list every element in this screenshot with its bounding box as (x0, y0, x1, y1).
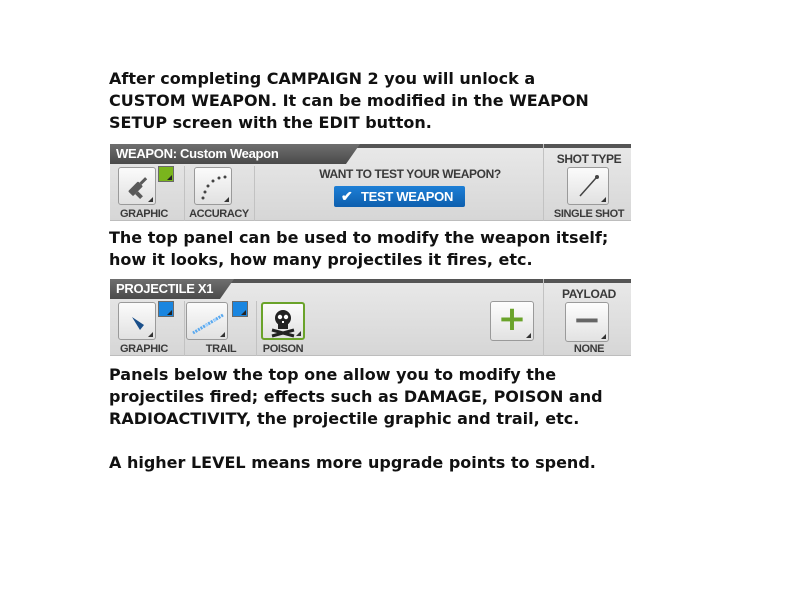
skull-crossbones-icon (271, 310, 295, 338)
weapon-graphic-tile[interactable] (118, 167, 156, 205)
mid-text: The top panel can be used to modify the … (109, 228, 609, 269)
weapon-graphic-icon (128, 177, 148, 200)
poison-tile[interactable] (261, 302, 305, 340)
lower-text: Panels below the top one allow you to mo… (109, 365, 603, 428)
add-payload-button[interactable]: + (490, 299, 534, 341)
projectile-panel-title: PROJECTILE X1 (110, 279, 234, 299)
test-weapon-label: TEST WEAPON (361, 189, 454, 204)
final-text: A higher LEVEL means more upgrade points… (109, 453, 596, 472)
projectile-panel: PROJECTILE X1 GRAPHIC TRAIL POISON + PAY… (110, 279, 631, 356)
test-weapon-prompt: WANT TO TEST YOUR WEAPON? (319, 167, 501, 181)
panel-top-line (220, 279, 631, 283)
weapon-panel: WEAPON: Custom Weapon GRAPHIC ACCURACY W… (110, 144, 631, 221)
plus-icon: + (497, 299, 527, 339)
trail-tile[interactable] (186, 302, 228, 340)
minus-icon: − (572, 300, 602, 340)
payload-value: NONE (573, 343, 605, 355)
shot-type-value: SINGLE SHOT (553, 208, 625, 220)
panel-divider (184, 166, 185, 221)
trail-color-badge[interactable] (232, 301, 248, 317)
projectile-graphic-label: GRAPHIC (120, 343, 168, 355)
test-weapon-button[interactable]: ✔ TEST WEAPON (334, 186, 465, 207)
weapon-panel-title: WEAPON: Custom Weapon (110, 144, 360, 164)
accuracy-label: ACCURACY (189, 208, 249, 220)
panel-divider (543, 144, 544, 221)
intro-text: After completing CAMPAIGN 2 you will unl… (109, 69, 589, 132)
accuracy-spread-icon (201, 175, 227, 200)
weapon-graphic-label: GRAPHIC (120, 208, 168, 220)
payload-header: PAYLOAD (562, 287, 616, 301)
shot-type-header: SHOT TYPE (556, 152, 622, 166)
projectile-graphic-icon (132, 317, 144, 330)
panel-divider (184, 301, 185, 356)
projectile-graphic-tile[interactable] (118, 302, 156, 340)
remove-payload-button[interactable]: − (565, 300, 609, 342)
accuracy-tile[interactable] (194, 167, 232, 205)
graphic-color-badge[interactable] (158, 166, 174, 182)
trail-label: TRAIL (205, 343, 237, 355)
panel-divider (254, 166, 255, 221)
single-shot-icon (579, 175, 599, 197)
panel-top-line (346, 144, 631, 148)
poison-label: POISON (262, 343, 304, 355)
projectile-color-badge[interactable] (158, 301, 174, 317)
panel-divider (256, 301, 257, 356)
trail-sparkle-icon (192, 313, 224, 335)
panel-divider (543, 279, 544, 356)
check-icon: ✔ (341, 188, 353, 204)
shot-type-tile[interactable] (567, 167, 609, 205)
